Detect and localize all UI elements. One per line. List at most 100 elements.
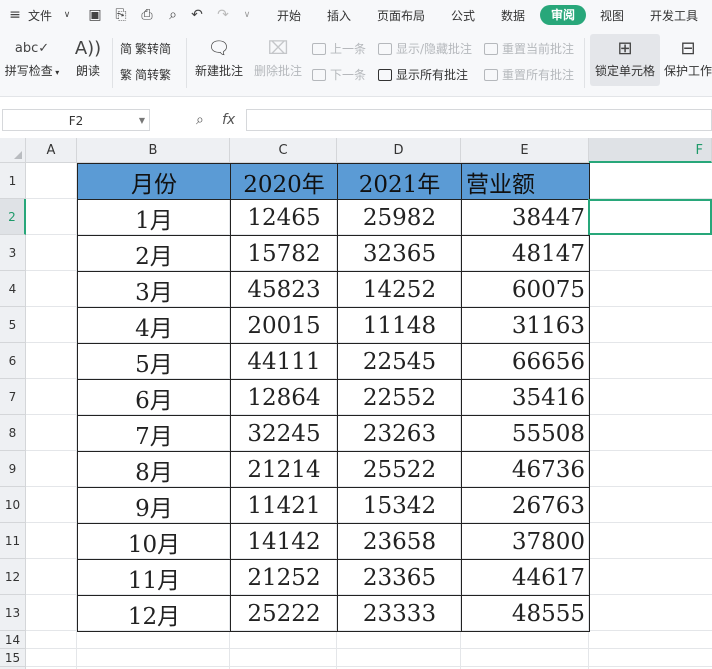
table-cell[interactable]: 5月 bbox=[77, 343, 231, 380]
row-header-5[interactable]: 5 bbox=[0, 307, 26, 343]
table-cell[interactable]: 3月 bbox=[77, 271, 231, 308]
table-cell[interactable]: 22552 bbox=[337, 379, 462, 416]
hamburger-menu-icon[interactable]: ≡ bbox=[6, 6, 24, 24]
row-header-7[interactable]: 7 bbox=[0, 379, 26, 415]
simp-to-trad-button[interactable]: 繁简转繁 bbox=[120, 66, 171, 83]
table-cell[interactable]: 11148 bbox=[337, 307, 462, 344]
tab-data[interactable]: 数据 bbox=[501, 7, 525, 24]
row-header-2[interactable]: 2 bbox=[0, 199, 26, 235]
undo-icon[interactable]: ↶ bbox=[188, 6, 206, 24]
delete-comment-button[interactable]: ⌧ 删除批注 bbox=[251, 36, 305, 79]
column-header-e[interactable]: E bbox=[461, 138, 589, 163]
tab-formulas[interactable]: 公式 bbox=[451, 7, 475, 24]
header-cell[interactable]: 2020年 bbox=[230, 163, 338, 200]
tab-page-layout[interactable]: 页面布局 bbox=[377, 7, 425, 24]
table-cell[interactable]: 11月 bbox=[77, 559, 231, 596]
print-preview-icon[interactable]: ⌕ bbox=[164, 6, 182, 24]
table-cell[interactable]: 35416 bbox=[461, 379, 590, 416]
row-header-6[interactable]: 6 bbox=[0, 343, 26, 379]
table-cell[interactable]: 20015 bbox=[230, 307, 338, 344]
file-menu[interactable]: 文件 bbox=[28, 7, 52, 24]
table-cell[interactable]: 23333 bbox=[337, 595, 462, 632]
table-cell[interactable]: 25982 bbox=[337, 199, 462, 236]
table-cell[interactable]: 15782 bbox=[230, 235, 338, 272]
row-header-1[interactable]: 1 bbox=[0, 163, 26, 199]
table-cell[interactable]: 14252 bbox=[337, 271, 462, 308]
table-cell[interactable]: 60075 bbox=[461, 271, 590, 308]
row-header-10[interactable]: 10 bbox=[0, 487, 26, 523]
table-cell[interactable]: 12月 bbox=[77, 595, 231, 632]
table-cell[interactable]: 1月 bbox=[77, 199, 231, 236]
next-comment-button[interactable]: 下一条 bbox=[312, 66, 366, 83]
table-cell[interactable]: 32245 bbox=[230, 415, 338, 452]
reset-current-comment-button[interactable]: 重置当前批注 bbox=[484, 40, 574, 57]
row-header-15[interactable]: 15 bbox=[0, 649, 26, 667]
selected-cell-f2[interactable] bbox=[588, 199, 712, 235]
row-header-11[interactable]: 11 bbox=[0, 523, 26, 559]
fx-icon[interactable]: fx bbox=[222, 112, 235, 128]
tab-start[interactable]: 开始 bbox=[277, 7, 301, 24]
table-cell[interactable]: 23263 bbox=[337, 415, 462, 452]
table-cell[interactable]: 38447 bbox=[461, 199, 590, 236]
table-cell[interactable]: 48147 bbox=[461, 235, 590, 272]
chevron-down-icon[interactable]: ∨ bbox=[238, 6, 256, 24]
trad-to-simp-button[interactable]: 简繁转简 bbox=[120, 40, 171, 57]
row-header-14[interactable]: 14 bbox=[0, 631, 26, 649]
table-cell[interactable]: 8月 bbox=[77, 451, 231, 488]
table-cell[interactable]: 25222 bbox=[230, 595, 338, 632]
table-cell[interactable]: 15342 bbox=[337, 487, 462, 524]
tab-review[interactable]: 审阅 bbox=[540, 5, 586, 25]
table-cell[interactable]: 66656 bbox=[461, 343, 590, 380]
show-hide-comment-button[interactable]: 显示/隐藏批注 bbox=[378, 40, 472, 57]
protect-sheet-button[interactable]: ⊟ 保护工作 bbox=[664, 36, 712, 79]
table-cell[interactable]: 23658 bbox=[337, 523, 462, 560]
column-header-a[interactable]: A bbox=[26, 138, 77, 163]
row-header-8[interactable]: 8 bbox=[0, 415, 26, 451]
spreadsheet-grid[interactable]: A B C D E F 12345678910111213141516 月份 2… bbox=[0, 138, 712, 669]
table-cell[interactable]: 11421 bbox=[230, 487, 338, 524]
column-header-b[interactable]: B bbox=[77, 138, 230, 163]
row-header-9[interactable]: 9 bbox=[0, 451, 26, 487]
row-header-13[interactable]: 13 bbox=[0, 595, 26, 631]
table-cell[interactable]: 44617 bbox=[461, 559, 590, 596]
header-cell[interactable]: 2021年 bbox=[337, 163, 462, 200]
chevron-down-icon[interactable]: ▼ bbox=[139, 110, 145, 132]
table-cell[interactable]: 14142 bbox=[230, 523, 338, 560]
table-cell[interactable]: 45823 bbox=[230, 271, 338, 308]
tab-insert[interactable]: 插入 bbox=[327, 7, 351, 24]
header-cell[interactable]: 营业额 bbox=[461, 163, 590, 200]
chevron-down-icon[interactable]: ∨ bbox=[58, 6, 76, 24]
table-cell[interactable]: 25522 bbox=[337, 451, 462, 488]
table-cell[interactable]: 31163 bbox=[461, 307, 590, 344]
name-box[interactable]: F2 ▼ bbox=[2, 109, 150, 131]
table-cell[interactable]: 37800 bbox=[461, 523, 590, 560]
column-header-c[interactable]: C bbox=[230, 138, 337, 163]
table-cell[interactable]: 48555 bbox=[461, 595, 590, 632]
table-cell[interactable]: 21214 bbox=[230, 451, 338, 488]
table-cell[interactable]: 9月 bbox=[77, 487, 231, 524]
table-cell[interactable]: 55508 bbox=[461, 415, 590, 452]
reset-all-comments-button[interactable]: 重置所有批注 bbox=[484, 66, 574, 83]
zoom-search-icon[interactable]: ⌕ bbox=[196, 112, 204, 128]
new-comment-button[interactable]: 🗨 新建批注 bbox=[192, 36, 246, 79]
redo-icon[interactable]: ↷ bbox=[214, 6, 232, 24]
header-cell[interactable]: 月份 bbox=[77, 163, 231, 200]
tab-view[interactable]: 视图 bbox=[600, 7, 624, 24]
row-header-4[interactable]: 4 bbox=[0, 271, 26, 307]
spell-check-button[interactable]: abc✓ 拼写检查 ▾ bbox=[4, 36, 60, 79]
export-pdf-icon[interactable]: ⎘ bbox=[112, 6, 130, 24]
lock-cell-button[interactable]: ⊞ 锁定单元格 bbox=[590, 36, 660, 79]
formula-input[interactable] bbox=[246, 109, 712, 131]
table-cell[interactable]: 23365 bbox=[337, 559, 462, 596]
table-cell[interactable]: 44111 bbox=[230, 343, 338, 380]
row-header-3[interactable]: 3 bbox=[0, 235, 26, 271]
save-icon[interactable]: ▣ bbox=[86, 6, 104, 24]
table-cell[interactable]: 6月 bbox=[77, 379, 231, 416]
column-header-f[interactable]: F bbox=[589, 138, 712, 163]
table-cell[interactable]: 22545 bbox=[337, 343, 462, 380]
table-cell[interactable]: 12465 bbox=[230, 199, 338, 236]
table-cell[interactable]: 32365 bbox=[337, 235, 462, 272]
table-cell[interactable]: 2月 bbox=[77, 235, 231, 272]
print-icon[interactable]: ⎙ bbox=[138, 6, 156, 24]
table-cell[interactable]: 21252 bbox=[230, 559, 338, 596]
